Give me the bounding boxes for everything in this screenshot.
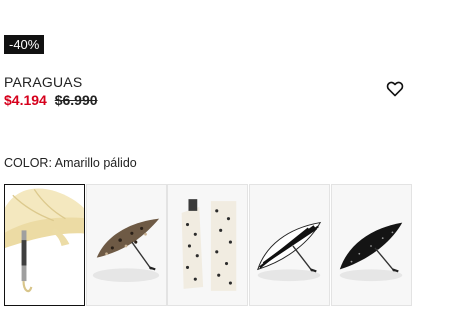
original-price: $6.990 bbox=[54, 92, 98, 108]
umbrella-stripes-image bbox=[257, 221, 322, 282]
price-block: $4.194 $6.990 bbox=[4, 92, 98, 108]
swatch-crema-puntos[interactable] bbox=[167, 184, 248, 306]
heart-outline-icon bbox=[386, 81, 404, 97]
swatch-rayas-negras[interactable] bbox=[249, 184, 330, 306]
product-name: PARAGUAS bbox=[4, 74, 83, 90]
umbrella-leopard-image bbox=[92, 218, 160, 283]
swatch-leopardo[interactable] bbox=[86, 184, 167, 306]
umbrella-yellow-image bbox=[5, 188, 84, 293]
sale-price: $4.194 bbox=[4, 92, 47, 108]
discount-badge: -40% bbox=[4, 35, 45, 54]
wishlist-button[interactable] bbox=[386, 81, 404, 97]
swatch-negro-puntos[interactable] bbox=[331, 184, 412, 306]
swatch-amarillo-palido[interactable] bbox=[4, 184, 85, 306]
umbrella-black-image bbox=[339, 222, 403, 282]
umbrella-cream-dots-image bbox=[181, 199, 237, 291]
color-label: COLOR: Amarillo pálido bbox=[4, 156, 137, 170]
selected-color-name: Amarillo pálido bbox=[54, 156, 137, 170]
color-label-prefix: COLOR: bbox=[4, 156, 52, 170]
